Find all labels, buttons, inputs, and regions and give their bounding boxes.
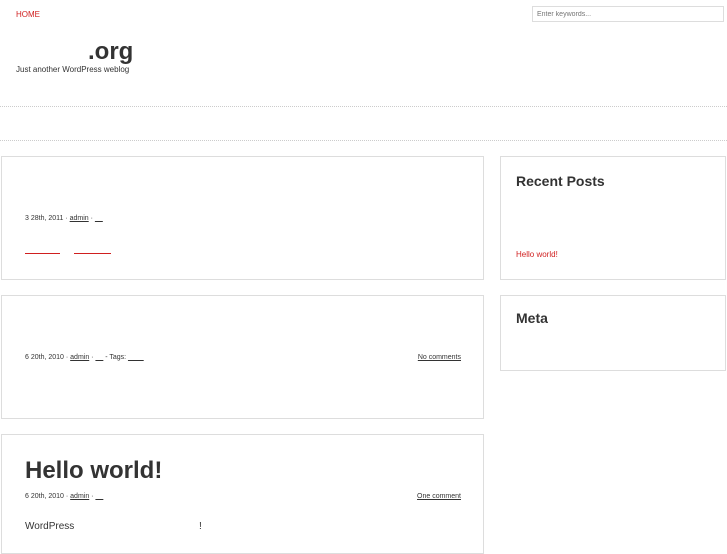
tags-label: - Tags:: [103, 354, 129, 361]
post-author-link[interactable]: admin: [70, 354, 89, 361]
post-category-link[interactable]: __: [95, 493, 103, 500]
post-meta: 6 20th, 2010 · admin · __ - Tags: ____: [25, 354, 144, 361]
post-excerpt-end: !: [199, 521, 202, 532]
post-card-3: Hello world! 6 20th, 2010 · admin · __ O…: [1, 434, 484, 554]
post-meta: 6 20th, 2010 · admin · __: [25, 493, 103, 500]
header-divider: [0, 106, 727, 107]
post-date: 6 20th, 2010 ·: [25, 493, 71, 500]
post-date: 6 20th, 2010 ·: [25, 354, 71, 361]
post-card-2: 6 20th, 2010 · admin · __ - Tags: ____ N…: [1, 295, 484, 419]
nav-home-link[interactable]: HOME: [16, 10, 40, 19]
post-date: 3 28th, 2011 ·: [25, 215, 70, 222]
top-nav: HOME: [16, 10, 40, 19]
search-input[interactable]: [532, 6, 724, 22]
post-link-2[interactable]: [74, 253, 111, 254]
post-author-link[interactable]: admin: [70, 215, 89, 222]
meta-widget: Meta: [500, 295, 726, 371]
comments-link-wrap: One comment: [417, 493, 461, 500]
site-tagline: Just another WordPress weblog: [16, 65, 130, 74]
post-tag-link[interactable]: ____: [128, 354, 144, 361]
post-excerpt-start: WordPress: [25, 521, 75, 532]
post-card-1: 3 28th, 2011 · admin · __: [1, 156, 484, 280]
post-meta: 3 28th, 2011 · admin · __: [25, 215, 103, 222]
post-title[interactable]: Hello world!: [25, 459, 162, 483]
comments-link[interactable]: No comments: [418, 354, 461, 361]
nav-divider: [0, 140, 727, 141]
recent-posts-widget: Recent Posts Hello world!: [500, 156, 726, 280]
post-author-link[interactable]: admin: [70, 493, 89, 500]
recent-post-link[interactable]: Hello world!: [516, 250, 558, 259]
widget-title: Recent Posts: [516, 173, 605, 189]
post-link-1[interactable]: [25, 253, 60, 254]
site-title[interactable]: .org: [88, 40, 133, 64]
post-category-link[interactable]: __: [95, 215, 103, 222]
comments-link[interactable]: One comment: [417, 493, 461, 500]
comments-link-wrap: No comments: [418, 354, 461, 361]
widget-title: Meta: [516, 310, 548, 326]
